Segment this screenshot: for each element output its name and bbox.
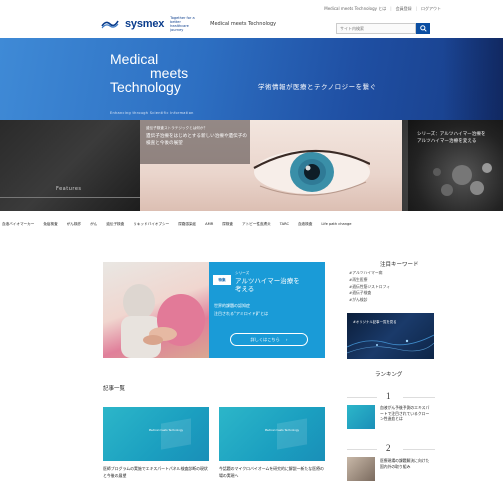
rank-thumbnail[interactable]: [347, 457, 375, 481]
thumbnail-shape: [277, 418, 307, 450]
search-button[interactable]: [416, 23, 430, 34]
keyword-nav-item[interactable]: がん: [90, 222, 97, 227]
care-hands-image: [121, 284, 205, 358]
keyword-nav-item[interactable]: 血液検査: [298, 222, 312, 227]
divider: [403, 449, 435, 450]
feature-badge: 特集: [213, 275, 231, 285]
feature-more-button[interactable]: 詳しくはこちら ›: [230, 333, 308, 346]
features-carousel: Features 遺伝子検査ストラテジックとは何か？ 遺伝子治療をはじめとする新…: [0, 120, 503, 211]
rank-title[interactable]: 医療現場の課題解決に向けた国内外の取り組み: [380, 458, 432, 469]
rank-thumbnail[interactable]: [347, 405, 375, 429]
hero-catchphrase: 学術情報が医療とテクノロジーを繋ぐ: [258, 83, 377, 91]
sysmex-wave-icon: [101, 18, 119, 30]
feature-title-line: 考える: [235, 285, 255, 293]
keyword-nav-item[interactable]: Life path change: [321, 222, 351, 226]
feature-title: アルツハイマー治療を 考える: [235, 277, 300, 293]
hero-title-line: Technology: [110, 79, 181, 95]
features-label: Features: [56, 186, 82, 192]
site-name: Medical meets Technology: [210, 21, 277, 27]
carousel-slide-next[interactable]: シリーズ：アルツハイマー治療を アルツハイマー治療を変える: [402, 120, 503, 211]
top-links: Medical meets Technology とは | 会員登録 | ログア…: [324, 6, 441, 12]
ranking-heading: ランキング: [375, 372, 403, 378]
attention-keyword[interactable]: アルツハイマー病: [349, 270, 390, 277]
logo-text: sysmex: [125, 18, 165, 30]
keyword-nav: 血液バイオマーカー 免疫検査 がん検診 がん 遺伝子検査 リキッドバイオプシー …: [0, 218, 503, 230]
hero-title: Medical meets Technology: [110, 52, 188, 94]
slide-kicker: 遺伝子検査ストラテジックとは何か？: [146, 126, 208, 130]
site-header: Medical meets Technology とは | 会員登録 | ログア…: [0, 0, 503, 38]
original-articles-label: #オリジナル記事一覧を見る: [353, 320, 397, 324]
carousel-slide-main[interactable]: 遺伝子検査ストラテジックとは何か？ 遺伝子治療をはじめとする新しい治療や遺伝子の…: [140, 120, 402, 211]
feature-photo: [103, 262, 209, 358]
thumbnail-shape: [161, 418, 191, 450]
slide-title: 遺伝子治療をはじめとする新しい治療や遺伝子の検査と今後の展望: [146, 134, 247, 146]
keyword-nav-item[interactable]: アトピー性皮膚炎: [242, 222, 271, 227]
eye-image: [253, 149, 370, 196]
separator: |: [390, 6, 392, 11]
keyword-nav-item[interactable]: リキッドバイオプシー: [133, 222, 169, 227]
divider: [347, 397, 377, 398]
thumbnail-tag: Medical meets Technology: [148, 429, 183, 432]
feature-banner[interactable]: 特集 シリーズ アルツハイマー治療を 考える 世界的課題の認知症 注目される"ア…: [103, 262, 325, 358]
article-thumbnail[interactable]: Medical meets Technology: [219, 407, 325, 461]
divider: [347, 449, 377, 450]
search-icon: [419, 25, 427, 32]
logo-tagline: Together for a better healthcare journey: [170, 16, 195, 32]
attention-keyword[interactable]: がん検診: [349, 297, 390, 304]
chevron-right-icon: ›: [285, 337, 288, 342]
logout-link[interactable]: ログアウト: [421, 6, 441, 12]
keyword-nav-item[interactable]: 免疫検査: [43, 222, 57, 227]
original-articles-banner[interactable]: #オリジナル記事一覧を見る: [347, 313, 434, 359]
attention-keyword[interactable]: 再生医療: [349, 277, 390, 284]
feature-subtitle: 世界的課題の認知症: [214, 303, 250, 308]
attention-heading: 注目キーワード: [380, 262, 419, 268]
articles-heading: 記事一覧: [103, 386, 126, 392]
keyword-nav-item[interactable]: 血液バイオマーカー: [2, 222, 34, 227]
article-title[interactable]: 医師プログラムの実施でエキスパートパネル検査診断の現状と今後の展望: [103, 466, 209, 479]
feature-series-label: シリーズ: [235, 271, 250, 275]
attention-keyword[interactable]: 遺伝性筋ジストロフィ: [349, 284, 390, 291]
attention-keyword-list: アルツハイマー病 再生医療 遺伝性筋ジストロフィ 遺伝子検査 がん検診: [349, 270, 390, 304]
article-thumbnail[interactable]: Medical meets Technology: [103, 407, 209, 461]
slide-title-next: シリーズ：アルツハイマー治療を アルツハイマー治療を変える: [417, 132, 486, 144]
search-form: [336, 23, 430, 34]
keyword-nav-item[interactable]: 遺伝子検査: [106, 222, 124, 227]
keyword-nav-item[interactable]: 尿検査: [222, 222, 233, 227]
feature-title-line: アルツハイマー治療を: [235, 277, 300, 285]
thumbnail-tag: Medical meets Technology: [264, 429, 299, 432]
hero-title-line: meets: [150, 65, 189, 81]
attention-keyword[interactable]: 遺伝子検査: [349, 290, 390, 297]
register-link[interactable]: 会員登録: [396, 6, 412, 12]
feature-subtitle: 注目される"アミロイドβ"とは: [214, 311, 269, 316]
search-input[interactable]: [336, 23, 416, 34]
divider: [0, 197, 140, 198]
site-logo[interactable]: sysmex Together for a better healthcare …: [101, 16, 276, 32]
rank-number: 2: [386, 443, 391, 453]
hero-title-line: Medical: [110, 51, 159, 67]
hero-subtitle: Enhancing through Scientific Information: [110, 111, 194, 115]
keyword-nav-item[interactable]: がん検診: [67, 222, 81, 227]
article-title[interactable]: 今話題のマイクロバイオームを研究的に解説ー新たな医療の場の実現へ: [219, 466, 325, 479]
keyword-nav-item[interactable]: AMR: [205, 222, 213, 226]
divider: [403, 397, 435, 398]
more-label: 詳しくはこちら: [250, 336, 280, 342]
about-link[interactable]: Medical meets Technology とは: [324, 6, 386, 12]
carousel-slide-features[interactable]: Features: [0, 120, 140, 211]
separator: |: [415, 6, 417, 11]
hero-banner: Medical meets Technology 学術情報が医療とテクノロジーを…: [0, 38, 503, 120]
rank-number: 1: [386, 391, 391, 401]
rank-title[interactable]: 血液がん予後予測のエキスパートで注目されているクローン性造血とは: [380, 405, 432, 422]
keyword-nav-item[interactable]: TARC: [280, 222, 289, 226]
keyword-nav-item[interactable]: 尿路感染症: [178, 222, 196, 227]
